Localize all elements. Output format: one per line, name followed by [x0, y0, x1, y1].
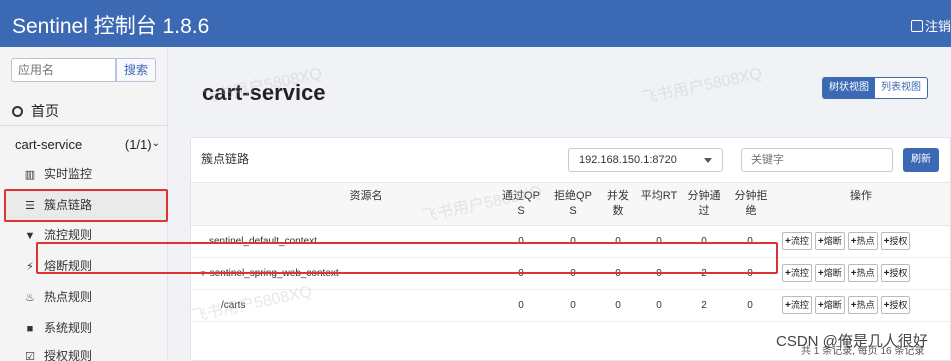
- csdn-overlay-text: CSDN @俺是几人很好: [776, 333, 928, 350]
- sidebar-divider: [0, 125, 168, 126]
- lock-icon: ■: [26, 323, 34, 335]
- sidebar-item-label: 系统规则: [44, 321, 93, 335]
- table-header: 资源名 通过QP S 拒绝QP S 并发数 平均RT 分钟通过 分钟拒绝 操作: [191, 182, 950, 226]
- minute-pass: 2: [701, 300, 707, 311]
- row-actions: +流控 +熔断 +热点 +授权: [782, 264, 911, 282]
- flow-rule-button[interactable]: +流控: [782, 264, 812, 282]
- degrade-rule-button[interactable]: +熔断: [814, 232, 845, 250]
- col-minute-block: 分钟拒绝: [734, 190, 768, 217]
- app-group-header[interactable]: cart-service (1/1)⌄: [15, 137, 160, 152]
- logout-icon: [910, 20, 923, 32]
- tree-view-button[interactable]: 树状视图: [823, 78, 875, 98]
- sidebar-item-system-rules[interactable]: ■ 系统规则: [24, 318, 92, 338]
- avg-rt: 0: [656, 300, 662, 311]
- degrade-rule-button[interactable]: +熔断: [814, 296, 845, 314]
- top-bar: Sentinel 控制台 1.8.6 注销: [0, 0, 951, 47]
- carts-row-highlight: [36, 242, 778, 274]
- view-toggle: 树状视图 列表视图: [822, 77, 928, 99]
- machine-select[interactable]: 192.168.150.1:8720: [568, 148, 723, 172]
- filter-icon: ▼: [24, 230, 36, 242]
- auth-rule-button[interactable]: +授权: [880, 232, 911, 250]
- chevron-down-icon: ⌄: [151, 138, 160, 149]
- sidebar-item-label: 实时监控: [44, 167, 93, 181]
- machine-select-value: 192.168.150.1:8720: [579, 154, 677, 166]
- concurrency: 0: [615, 300, 621, 311]
- auth-rule-button[interactable]: +授权: [880, 296, 911, 314]
- main-content: cart-service 树状视图 列表视图 簇点链路 192.168.150.…: [168, 47, 951, 361]
- app-title: Sentinel 控制台 1.8.6: [12, 15, 210, 38]
- sidebar: 搜索 首页 cart-service (1/1)⌄ ▥ 实时监控 ☰ 簇点链路 ▼ 流…: [0, 47, 168, 361]
- auth-rule-button[interactable]: +授权: [880, 264, 911, 282]
- logout-button[interactable]: 注销: [910, 16, 951, 35]
- pass-qps: 0: [518, 300, 524, 311]
- hotspot-rule-button[interactable]: +热点: [847, 232, 878, 250]
- degrade-rule-button[interactable]: +熔断: [814, 264, 845, 282]
- block-qps: 0: [570, 300, 576, 311]
- sidebar-item-auth-rules[interactable]: ☑ 授权规则: [24, 346, 92, 361]
- search-button[interactable]: 搜索: [116, 58, 156, 82]
- app-search: 搜索: [11, 58, 156, 82]
- row-actions: +流控 +熔断 +热点 +授权: [782, 296, 911, 314]
- sidebar-item-label: 授权规则: [44, 349, 93, 361]
- check-square-icon: ☑: [25, 351, 35, 361]
- lightning-icon: ⚡: [26, 261, 34, 273]
- col-actions: 操作: [850, 190, 872, 202]
- list-view-button[interactable]: 列表视图: [875, 78, 927, 98]
- minute-block: 0: [747, 300, 753, 311]
- caret-down-icon: [704, 158, 712, 163]
- fire-icon: ♨: [25, 292, 35, 304]
- card-title: 簇点链路: [201, 152, 250, 166]
- app-search-input[interactable]: [11, 58, 116, 82]
- col-block-qps: 拒绝QP S: [554, 190, 592, 217]
- hotspot-rule-button[interactable]: +热点: [847, 296, 878, 314]
- sidebar-item-home[interactable]: 首页: [12, 101, 59, 121]
- flow-rule-button[interactable]: +流控: [782, 296, 812, 314]
- col-resource-name: 资源名: [349, 190, 383, 202]
- refresh-button[interactable]: 刷新: [903, 148, 939, 172]
- flow-rule-button[interactable]: +流控: [782, 232, 812, 250]
- keyword-input[interactable]: [741, 148, 893, 172]
- sidebar-item-hotspot-rules[interactable]: ♨ 热点规则: [24, 287, 92, 307]
- row-actions: +流控 +熔断 +热点 +授权: [782, 232, 911, 250]
- home-icon: [12, 106, 23, 117]
- app-instance-count: (1/1)⌄: [124, 137, 160, 152]
- col-avg-rt: 平均RT: [640, 190, 678, 202]
- sidebar-item-cluster-link[interactable]: ☰ 簇点链路: [24, 195, 92, 215]
- sidebar-item-label: 簇点链路: [44, 198, 93, 212]
- sidebar-item-label: 热点规则: [44, 290, 93, 304]
- home-label: 首页: [31, 103, 59, 119]
- col-concurrency: 并发数: [607, 190, 629, 217]
- sidebar-item-label: 流控规则: [44, 228, 93, 242]
- logout-label: 注销: [924, 19, 951, 34]
- hotspot-rule-button[interactable]: +热点: [847, 264, 878, 282]
- sidebar-item-realtime[interactable]: ▥ 实时监控: [24, 164, 92, 184]
- col-minute-pass: 分钟通过: [687, 190, 721, 217]
- app-name: cart-service: [15, 137, 83, 152]
- bar-chart-icon: ▥: [24, 169, 36, 181]
- list-icon: ☰: [25, 200, 35, 212]
